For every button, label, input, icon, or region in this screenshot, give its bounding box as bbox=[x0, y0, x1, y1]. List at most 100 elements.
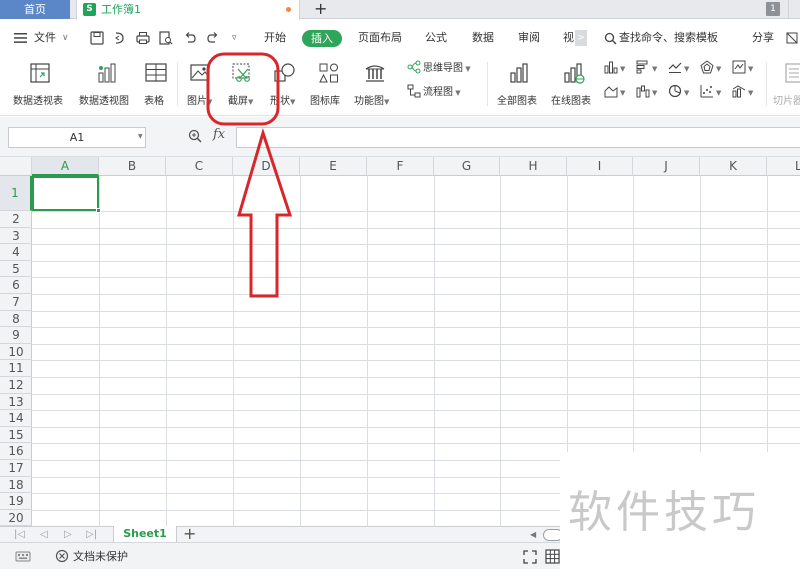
column-header[interactable]: B bbox=[99, 157, 166, 176]
add-sheet-button[interactable]: + bbox=[183, 525, 196, 543]
combo-chart-button[interactable]: ▼ bbox=[732, 84, 753, 102]
online-charts-button[interactable]: 在线图表 bbox=[549, 60, 599, 110]
tab-document[interactable]: S 工作簿1 bbox=[76, 0, 300, 20]
row-header[interactable]: 17 bbox=[0, 460, 32, 477]
scroll-left-icon[interactable]: ◀ bbox=[530, 527, 536, 543]
command-search[interactable]: 查找命令、搜索模板 bbox=[619, 20, 718, 56]
column-header[interactable]: A bbox=[32, 157, 99, 176]
pivot-table-button[interactable]: 数据透视表 bbox=[8, 60, 72, 110]
last-sheet-icon[interactable]: ▷| bbox=[86, 527, 97, 543]
row-header[interactable]: 15 bbox=[0, 427, 32, 443]
row-header[interactable]: 10 bbox=[0, 344, 32, 360]
menu-insert[interactable]: 插入 bbox=[302, 30, 342, 47]
column-header[interactable]: D bbox=[233, 157, 300, 176]
waterfall-chart-button[interactable]: ▼ bbox=[636, 84, 657, 102]
new-tab-button[interactable]: + bbox=[314, 0, 327, 18]
menu-file[interactable]: 文件 bbox=[34, 20, 56, 56]
icon-library-button[interactable]: 图标库 bbox=[308, 60, 350, 110]
fill-handle[interactable] bbox=[96, 208, 101, 213]
redo-icon[interactable] bbox=[206, 31, 220, 45]
column-chart-button[interactable]: ▼ bbox=[604, 60, 625, 78]
pivot-chart-button[interactable]: 数据透视图 bbox=[76, 60, 138, 110]
column-header[interactable]: C bbox=[166, 157, 233, 176]
keyboard-icon[interactable] bbox=[15, 550, 31, 563]
chevron-down-icon[interactable]: ▼ bbox=[138, 133, 143, 140]
bar-chart-button[interactable]: ▼ bbox=[636, 60, 657, 78]
formula-input[interactable] bbox=[236, 127, 800, 148]
menu-view[interactable]: 视 bbox=[563, 20, 574, 56]
column-header[interactable]: E bbox=[300, 157, 367, 176]
row-header[interactable]: 4 bbox=[0, 244, 32, 261]
column-header[interactable]: L bbox=[767, 157, 800, 176]
print-icon[interactable] bbox=[136, 31, 150, 45]
column-header[interactable]: I bbox=[567, 157, 633, 176]
row-header[interactable]: 1 bbox=[0, 176, 32, 211]
shapes-button[interactable]: 形状▼ bbox=[264, 60, 302, 110]
stock-chart-button[interactable]: ▼ bbox=[732, 60, 753, 78]
print-preview-icon[interactable] bbox=[159, 31, 173, 45]
row-header[interactable]: 20 bbox=[0, 510, 32, 526]
row-header[interactable]: 5 bbox=[0, 261, 32, 277]
select-all-corner[interactable] bbox=[0, 157, 32, 176]
normal-view-icon[interactable] bbox=[545, 549, 560, 564]
row-header[interactable]: 6 bbox=[0, 277, 32, 294]
chevron-down-icon[interactable]: ∨ bbox=[62, 20, 69, 56]
row-header[interactable]: 7 bbox=[0, 294, 32, 311]
next-sheet-icon[interactable]: ▷ bbox=[64, 527, 72, 543]
name-box[interactable]: A1 bbox=[8, 127, 146, 148]
mind-map-button[interactable]: 思维导图 ▼ bbox=[407, 60, 471, 78]
insert-function-button[interactable]: fx bbox=[213, 127, 225, 142]
customize-toolbar-icon[interactable]: ▿ bbox=[232, 20, 237, 56]
table-button[interactable]: 表格 bbox=[141, 60, 171, 110]
picture-button[interactable]: 图片▼ bbox=[183, 60, 219, 110]
pie-chart-button[interactable]: ▼ bbox=[668, 84, 689, 102]
menu-formulas[interactable]: 公式 bbox=[425, 20, 447, 56]
column-header[interactable]: J bbox=[633, 157, 700, 176]
fullscreen-icon[interactable] bbox=[523, 550, 537, 564]
menu-data[interactable]: 数据 bbox=[472, 20, 494, 56]
window-count-badge[interactable]: 1 bbox=[766, 2, 780, 16]
row-header[interactable]: 13 bbox=[0, 394, 32, 410]
row-header[interactable]: 8 bbox=[0, 311, 32, 327]
menu-page-layout[interactable]: 页面布局 bbox=[358, 20, 402, 56]
row-header[interactable]: 14 bbox=[0, 410, 32, 427]
row-header[interactable]: 12 bbox=[0, 377, 32, 394]
slicer-button[interactable]: 切片器 bbox=[770, 60, 800, 110]
document-protection-status[interactable]: 文档未保护 bbox=[73, 543, 128, 569]
undo-icon[interactable] bbox=[183, 31, 197, 45]
line-chart-button[interactable]: ▼ bbox=[668, 60, 689, 78]
row-header[interactable]: 18 bbox=[0, 477, 32, 493]
menu-home[interactable]: 开始 bbox=[264, 20, 286, 56]
row-header[interactable]: 3 bbox=[0, 228, 32, 244]
function-chart-button[interactable]: 功能图▼ bbox=[354, 60, 398, 110]
scatter-chart-button[interactable]: ▼ bbox=[700, 84, 721, 102]
sheet-tab-sheet1[interactable]: Sheet1 bbox=[113, 526, 177, 543]
window-control[interactable] bbox=[788, 0, 800, 19]
menu-review[interactable]: 审阅 bbox=[518, 20, 540, 56]
area-chart-button[interactable]: ▼ bbox=[604, 84, 625, 102]
column-header[interactable]: F bbox=[367, 157, 434, 176]
screenshot-button[interactable]: 截屏▼ bbox=[222, 60, 262, 110]
save-icon[interactable] bbox=[90, 31, 104, 45]
tab-home[interactable]: 首页 bbox=[0, 0, 70, 19]
collapse-ribbon-icon[interactable] bbox=[785, 31, 799, 45]
share-button[interactable]: 分享 bbox=[752, 20, 774, 56]
hamburger-menu-icon[interactable] bbox=[14, 32, 27, 44]
column-header[interactable]: K bbox=[700, 157, 767, 176]
prev-sheet-icon[interactable]: ◁ bbox=[40, 527, 48, 543]
flowchart-button[interactable]: 流程图 ▼ bbox=[407, 84, 461, 102]
first-sheet-icon[interactable]: |◁ bbox=[14, 527, 25, 543]
row-header[interactable]: 2 bbox=[0, 211, 32, 228]
column-header[interactable]: H bbox=[500, 157, 567, 176]
search-icon[interactable] bbox=[604, 32, 617, 45]
zoom-search-icon[interactable] bbox=[188, 129, 202, 143]
menu-more-button[interactable]: > bbox=[575, 30, 587, 46]
row-header[interactable]: 16 bbox=[0, 443, 32, 460]
selected-cell-a1[interactable] bbox=[32, 176, 99, 211]
row-header[interactable]: 9 bbox=[0, 327, 32, 344]
row-header[interactable]: 19 bbox=[0, 493, 32, 510]
column-header[interactable]: G bbox=[434, 157, 500, 176]
export-pdf-icon[interactable] bbox=[113, 31, 127, 45]
row-header[interactable]: 11 bbox=[0, 360, 32, 377]
all-charts-button[interactable]: 全部图表 bbox=[495, 60, 543, 110]
